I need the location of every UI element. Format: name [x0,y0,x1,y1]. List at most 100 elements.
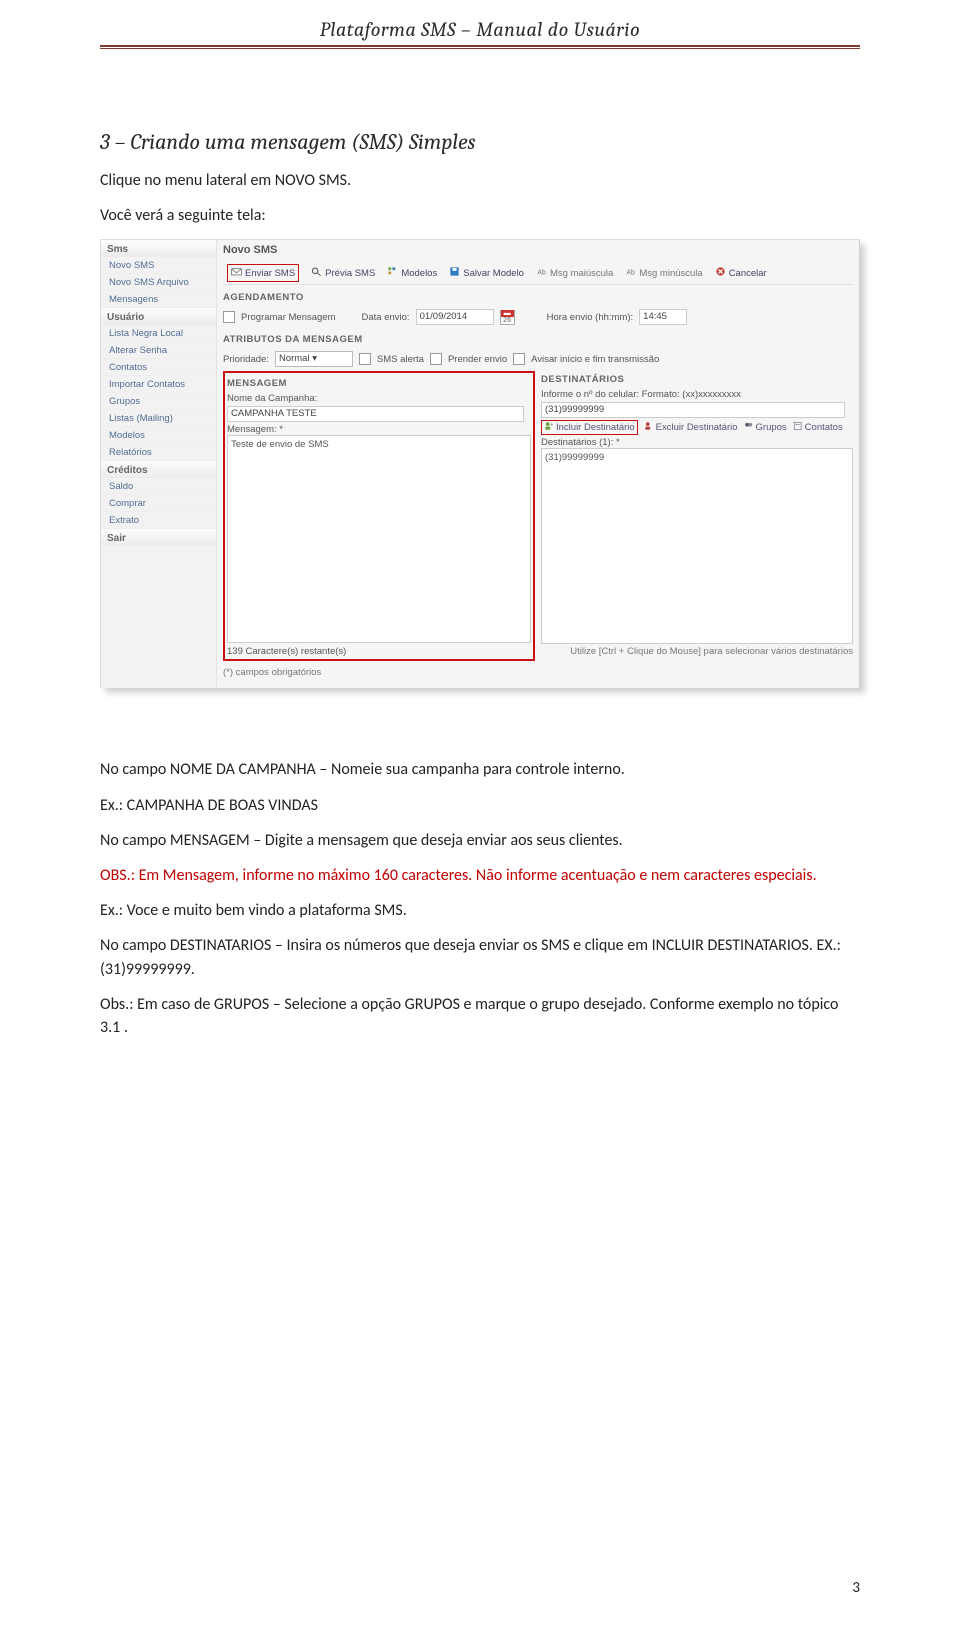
sidebar-item-importar-contatos[interactable]: Importar Contatos [101,376,216,393]
after-p5: Ex.: Voce e muito bem vindo a plataforma… [100,899,860,922]
page-number: 3 [852,1579,860,1597]
prender-envio-checkbox[interactable] [430,353,442,365]
user-remove-icon [644,421,654,434]
atributos-label: ATRIBUTOS DA MENSAGEM [223,331,853,349]
dest-actions: + Incluir Destinatário Excluir Destinatá… [541,420,853,435]
svg-text:Ab: Ab [537,270,546,277]
section-title: 3 – Criando uma mensagem (SMS) Simples [100,129,860,155]
toolbar-minuscula[interactable]: Ab Msg minúscula [625,266,702,280]
hora-envio-input[interactable]: 14:45 [639,309,687,325]
toolbar-modelos-label: Modelos [401,268,437,279]
toolbar-enviar-label: Enviar SMS [245,268,295,279]
sidebar-item-novo-sms[interactable]: Novo SMS [101,257,216,274]
sidebar-group-creditos: Créditos [101,461,216,478]
excluir-destinatario-button[interactable]: Excluir Destinatário [644,421,738,434]
prioridade-select[interactable]: Normal ▾ [275,351,353,367]
contatos-button[interactable]: Contatos [793,421,843,434]
sidebar-item-novo-sms-arquivo[interactable]: Novo SMS Arquivo [101,274,216,291]
spacer [100,698,860,746]
programar-label: Programar Mensagem [241,312,336,323]
after-p4: OBS.: Em Mensagem, informe no máximo 160… [100,864,860,887]
after-p3: No campo MENSAGEM – Digite a mensagem qu… [100,829,860,852]
toolbar-salvar[interactable]: Salvar Modelo [449,266,524,280]
uppercase-icon: Ab [536,266,547,280]
caracteres-restantes: 139 Caractere(s) restante(s) [227,643,531,657]
two-col: MENSAGEM Nome da Campanha: CAMPANHA TEST… [223,371,853,661]
after-p7: Obs.: Em caso de GRUPOS – Selecione a op… [100,993,860,1039]
user-add-icon: + [544,421,554,434]
sidebar-item-mensagens[interactable]: Mensagens [101,291,216,308]
data-envio-label: Data envio: [362,312,410,323]
toolbar-cancelar[interactable]: Cancelar [715,266,767,280]
atributos-row: Prioridade: Normal ▾ SMS alerta Prender … [223,351,853,367]
celular-input[interactable]: (31)99999999 [541,402,845,418]
sidebar-item-saldo[interactable]: Saldo [101,478,216,495]
sidebar-item-alterar-senha[interactable]: Alterar Senha [101,342,216,359]
grupos-button[interactable]: Grupos [744,421,787,434]
app-screenshot: Sms Novo SMS Novo SMS Arquivo Mensagens … [100,239,860,688]
toolbar-salvar-label: Salvar Modelo [463,268,524,279]
destinatarios-listbox[interactable]: (31)99999999 [541,448,853,644]
after-p6: No campo DESTINATARIOS – Insira os númer… [100,934,860,980]
mensagem-text-label: Mensagem: * [227,424,531,435]
sidebar-item-contatos[interactable]: Contatos [101,359,216,376]
sidebar-group-sms: Sms [101,240,216,257]
mensagem-label: MENSAGEM [227,375,531,393]
destinatarios-hint: Utilize [Ctrl + Clique do Mouse] para se… [541,644,853,657]
toolbar-modelos[interactable]: Modelos [387,266,437,280]
contacts-icon [793,421,803,434]
toolbar-previa[interactable]: Prévia SMS [311,266,375,280]
agendamento-row: Programar Mensagem Data envio: 01/09/201… [223,309,853,325]
header-rule-thick [100,45,860,47]
sidebar-group-usuario: Usuário [101,308,216,325]
nome-campanha-input[interactable]: CAMPANHA TESTE [227,406,524,422]
after-p2: Ex.: CAMPANHA DE BOAS VINDAS [100,794,860,817]
data-envio-input[interactable]: 01/09/2014 [416,309,494,325]
avisar-label: Avisar início e fim transmissão [531,354,659,365]
running-head: Plataforma SMS – Manual do Usuário [100,18,860,41]
toolbar-cancelar-label: Cancelar [729,268,767,279]
destinatarios-label: DESTINATÁRIOS [541,371,853,389]
prender-envio-label: Prender envio [448,354,507,365]
intro-line-2: Você verá a seguinte tela: [100,204,860,227]
sidebar-item-grupos[interactable]: Grupos [101,393,216,410]
save-icon [449,266,460,280]
sidebar: Sms Novo SMS Novo SMS Arquivo Mensagens … [101,240,217,688]
incluir-label: Incluir Destinatário [556,422,635,433]
destinatarios-list-label: Destinatários (1): * [541,437,853,448]
toolbar-maiuscula-label: Msg maiúscula [550,268,613,279]
toolbar-minuscula-label: Msg minúscula [639,268,702,279]
sidebar-item-relatorios[interactable]: Relatórios [101,444,216,461]
mensagem-textarea[interactable]: Teste de envio de SMS [227,435,531,643]
sidebar-item-modelos[interactable]: Modelos [101,427,216,444]
sidebar-item-lista-negra[interactable]: Lista Negra Local [101,325,216,342]
excluir-label: Excluir Destinatário [656,422,738,433]
header-rule-thin [100,48,860,49]
informe-celular-label: Informe o nº do celular: Formato: (xx)xx… [541,389,853,400]
intro-line-1: Clique no menu lateral em NOVO SMS. [100,169,860,192]
toolbar-maiuscula[interactable]: Ab Msg maiúscula [536,266,613,280]
avisar-checkbox[interactable] [513,353,525,365]
group-icon [744,421,754,434]
hora-envio-label: Hora envio (hh:mm): [547,312,634,323]
send-mail-icon [231,266,242,280]
grupos-label: Grupos [756,422,787,433]
panel-title: Novo SMS [223,242,853,262]
preview-icon [311,266,322,280]
sidebar-item-extrato[interactable]: Extrato [101,512,216,529]
incluir-destinatario-button[interactable]: + Incluir Destinatário [541,420,638,435]
sidebar-item-comprar[interactable]: Comprar [101,495,216,512]
contatos-label: Contatos [805,422,843,433]
sidebar-group-sair[interactable]: Sair [101,529,216,546]
nome-campanha-label: Nome da Campanha: [227,393,531,404]
sms-alerta-checkbox[interactable] [359,353,371,365]
col-destinatarios: DESTINATÁRIOS Informe o nº do celular: F… [541,371,853,661]
col-mensagem: MENSAGEM Nome da Campanha: CAMPANHA TEST… [223,371,535,661]
toolbar-enviar-sms[interactable]: Enviar SMS [227,264,299,282]
page: Plataforma SMS – Manual do Usuário 3 – C… [0,0,960,1625]
calendar-icon[interactable]: ▬26 [500,310,515,325]
sms-alerta-label: SMS alerta [377,354,424,365]
programar-checkbox[interactable] [223,311,235,323]
sidebar-item-listas[interactable]: Listas (Mailing) [101,410,216,427]
campos-obrigatorios: (*) campos obrigatórios [223,661,853,678]
